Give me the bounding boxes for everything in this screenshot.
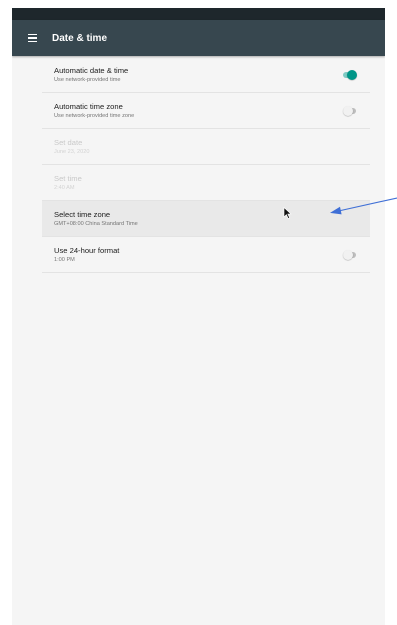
setting-summary: Use network-provided time zone xyxy=(54,112,135,119)
hamburger-menu-icon[interactable] xyxy=(18,20,46,56)
setting-set-date: Set date June 23, 2020 xyxy=(42,129,370,165)
setting-title: Automatic time zone xyxy=(54,101,123,111)
setting-title: Select time zone xyxy=(54,209,111,219)
setting-summary: GMT+08:00 China Standard Time xyxy=(54,220,138,227)
setting-title: Use 24-hour format xyxy=(54,245,120,255)
mouse-pointer-icon xyxy=(283,207,292,219)
setting-automatic-time-zone[interactable]: Automatic time zone Use network-provided… xyxy=(42,93,370,129)
setting-summary: 2:40 AM xyxy=(54,184,75,191)
page-title: Date & time xyxy=(52,32,108,44)
use-24-hour-format-toggle[interactable] xyxy=(343,249,356,260)
setting-summary: 1:00 PM xyxy=(54,256,75,263)
automatic-date-time-toggle[interactable] xyxy=(343,69,357,80)
setting-summary: June 23, 2020 xyxy=(54,148,90,155)
setting-select-time-zone[interactable]: Select time zone GMT+08:00 China Standar… xyxy=(42,201,370,237)
setting-title: Automatic date & time xyxy=(54,65,129,75)
settings-screen: Date & time Automatic date & time Use ne… xyxy=(12,8,385,625)
status-bar xyxy=(12,8,385,20)
app-bar: Date & time xyxy=(12,20,385,56)
settings-list: Automatic date & time Use network-provid… xyxy=(42,57,370,273)
setting-automatic-date-time[interactable]: Automatic date & time Use network-provid… xyxy=(42,57,370,93)
setting-summary: Use network-provided time xyxy=(54,76,121,83)
setting-title: Set time xyxy=(54,173,82,183)
setting-set-time: Set time 2:40 AM xyxy=(42,165,370,201)
setting-use-24-hour-format[interactable]: Use 24-hour format 1:00 PM xyxy=(42,237,370,273)
automatic-time-zone-toggle[interactable] xyxy=(343,105,356,116)
setting-title: Set date xyxy=(54,137,83,147)
